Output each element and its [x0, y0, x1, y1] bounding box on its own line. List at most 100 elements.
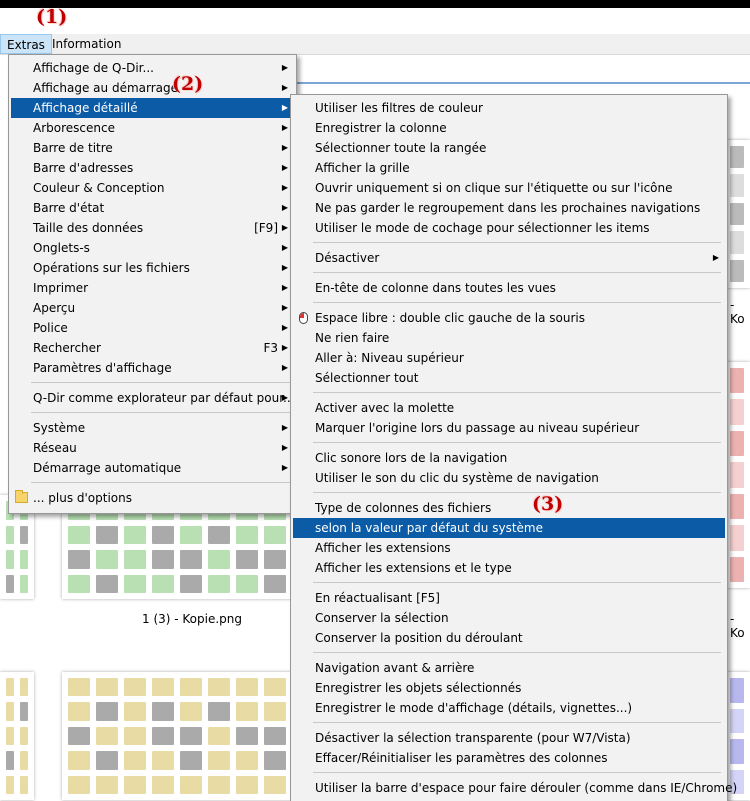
menu-item-taille-des-donnees[interactable]: Taille des données [F9] ▶ [11, 218, 294, 238]
submenu-arrow-icon: ▶ [281, 163, 288, 172]
submenu-arrow-icon: ▶ [281, 303, 288, 312]
menu-separator [313, 302, 721, 303]
menu-item-plus-d-options[interactable]: ... plus d'options [11, 488, 294, 508]
menu-item-label: Police [33, 321, 68, 335]
menu-item-arborescence[interactable]: Arborescence ▶ [11, 118, 294, 138]
submenu-arrow-icon: ▶ [281, 423, 288, 432]
submenu-arrow-icon: ▶ [281, 263, 288, 272]
menu-item-imprimer[interactable]: Imprimer ▶ [11, 278, 294, 298]
menu-item-label: Système [33, 421, 86, 435]
menu-item-label: Affichage détaillé [33, 101, 138, 115]
menu-item-navigation-avant-arriere[interactable]: Navigation avant & arrière [293, 658, 725, 678]
menu-item-label: Marquer l'origine lors du passage au niv… [315, 421, 640, 435]
menu-item-afficher-les-extensions[interactable]: Afficher les extensions [293, 538, 725, 558]
menu-item-type-de-colonnes-des-fichiers[interactable]: Type de colonnes des fichiers [293, 498, 725, 518]
menu-extras[interactable]: Extras [0, 34, 52, 54]
menu-item-shortcut: F3 [263, 341, 278, 355]
menu-item-afficher-les-extensions-et-le-type[interactable]: Afficher les extensions et le type [293, 558, 725, 578]
menu-item-operations-sur-les-fichiers[interactable]: Opérations sur les fichiers ▶ [11, 258, 294, 278]
menu-item-onglets-s[interactable]: Onglets-s ▶ [11, 238, 294, 258]
menu-item-utiliser-le-son-du-clic-du-systeme-de-na[interactable]: Utiliser le son du clic du système de na… [293, 468, 725, 488]
menu-item-parametres-d-affichage[interactable]: Paramètres d'affichage ▶ [11, 358, 294, 378]
callout-1: (1) [36, 6, 68, 28]
menu-item-afficher-la-grille[interactable]: Afficher la grille [293, 158, 725, 178]
menu-separator [313, 652, 721, 653]
menu-item-espace-libre-double-clic-gauche-de-la-so[interactable]: Espace libre : double clic gauche de la … [293, 308, 725, 328]
menu-item-barre-de-titre[interactable]: Barre de titre ▶ [11, 138, 294, 158]
menu-item-conserver-la-selection[interactable]: Conserver la sélection [293, 608, 725, 628]
menu-item-selectionner-tout[interactable]: Sélectionner tout [293, 368, 725, 388]
menu-item-label: Ne rien faire [315, 331, 390, 345]
menu-item-label: selon la valeur par défaut du système [315, 521, 543, 535]
menu-item-police[interactable]: Police ▶ [11, 318, 294, 338]
address-bar [296, 62, 750, 84]
submenu-arrow-icon: ▶ [281, 63, 288, 72]
thumbnail[interactable] [62, 672, 292, 800]
submenu-arrow-icon: ▶ [281, 343, 288, 352]
menu-item-couleur-conception[interactable]: Couleur & Conception ▶ [11, 178, 294, 198]
menu-item-effacer-reinitialiser-les-parametres-des[interactable]: Effacer/Réinitialiser les paramètres des… [293, 748, 725, 768]
menu-item-selon-la-valeur-par-defaut-du-systeme[interactable]: selon la valeur par défaut du système [293, 518, 725, 538]
menu-item-apercu[interactable]: Aperçu ▶ [11, 298, 294, 318]
menu-separator [313, 242, 721, 243]
menu-item-rechercher[interactable]: Rechercher F3 ▶ [11, 338, 294, 358]
menu-item-enregistrer-le-mode-d-affichage-details-[interactable]: Enregistrer le mode d'affichage (détails… [293, 698, 725, 718]
thumbnail-caption: - Ko [730, 298, 745, 326]
menu-item-demarrage-automatique[interactable]: Démarrage automatique ▶ [11, 458, 294, 478]
extras-menu: Affichage de Q-Dir... ▶ Affichage au démar… [8, 54, 297, 514]
menu-separator [313, 582, 721, 583]
menu-information[interactable]: Information [46, 34, 127, 54]
menu-item-selectionner-toute-la-rangee[interactable]: Sélectionner toute la rangée [293, 138, 725, 158]
menu-item-conserver-la-position-du-deroulant[interactable]: Conserver la position du déroulant [293, 628, 725, 648]
submenu-arrow-icon: ▶ [281, 183, 288, 192]
menu-item-affichage-de-q-dir[interactable]: Affichage de Q-Dir... ▶ [11, 58, 294, 78]
menu-separator [313, 272, 721, 273]
menu-item-label: En réactualisant [F5] [315, 591, 440, 605]
menu-separator [31, 482, 290, 483]
menu-item-desactiver[interactable]: Désactiver ▶ [293, 248, 725, 268]
menu-item-en-reactualisant-f5[interactable]: En réactualisant [F5] [293, 588, 725, 608]
menu-separator [313, 492, 721, 493]
menu-item-enregistrer-la-colonne[interactable]: Enregistrer la colonne [293, 118, 725, 138]
menu-item-affichage-detaille[interactable]: Affichage détaillé ▶ [11, 98, 294, 118]
menu-item-label: Aller à: Niveau supérieur [315, 351, 464, 365]
menu-item-utiliser-la-barre-d-espace-pour-faire-de[interactable]: Utiliser la barre d'espace pour faire dé… [293, 778, 737, 798]
submenu-arrow-icon: ▶ [281, 323, 288, 332]
menu-item-utiliser-les-filtres-de-couleur[interactable]: Utiliser les filtres de couleur [293, 98, 725, 118]
menu-item-label: Réseau [33, 441, 77, 455]
menu-item-label: Enregistrer la colonne [315, 121, 447, 135]
menu-item-systeme[interactable]: Système ▶ [11, 418, 294, 438]
menu-item-barre-d-adresses[interactable]: Barre d'adresses ▶ [11, 158, 294, 178]
menu-item-label: Affichage au démarrage [33, 81, 179, 95]
menu-item-reseau[interactable]: Réseau ▶ [11, 438, 294, 458]
callout-3: (3) [532, 493, 564, 515]
submenu-arrow-icon: ▶ [712, 253, 719, 262]
menu-item-label: Démarrage automatique [33, 461, 182, 475]
menu-item-label: Espace libre : double clic gauche de la … [315, 311, 586, 325]
menu-item-desactiver-la-selection-transparente-pou[interactable]: Désactiver la sélection transparente (po… [293, 728, 725, 748]
menu-item-marquer-l-origine-lors-du-passage-au-niv[interactable]: Marquer l'origine lors du passage au niv… [293, 418, 725, 438]
menu-item-label: Navigation avant & arrière [315, 661, 475, 675]
menu-item-ne-rien-faire[interactable]: Ne rien faire [293, 328, 725, 348]
menu-item-q-dir-comme-explorateur-par-defaut-pour[interactable]: Q-Dir comme explorateur par défaut pour.… [11, 388, 295, 408]
menu-item-utiliser-le-mode-de-cochage-pour-selecti[interactable]: Utiliser le mode de cochage pour sélecti… [293, 218, 725, 238]
menu-item-label: Effacer/Réinitialiser les paramètres des… [315, 751, 608, 765]
menu-item-enregistrer-les-objets-selectionnes[interactable]: Enregistrer les objets sélectionnés [293, 678, 725, 698]
menu-item-activer-avec-la-molette[interactable]: Activer avec la molette [293, 398, 725, 418]
thumbnail[interactable] [0, 672, 34, 800]
menu-item-shortcut: [F9] [254, 221, 278, 235]
submenu-arrow-icon: ▶ [281, 463, 288, 472]
menu-item-affichage-au-demarrage[interactable]: Affichage au démarrage ▶ [11, 78, 294, 98]
callout-2: (2) [172, 73, 204, 95]
submenu-arrow-icon: ▶ [281, 143, 288, 152]
menu-item-en-tete-de-colonne-dans-toutes-les-vues[interactable]: En-tête de colonne dans toutes les vues [293, 278, 725, 298]
thumbnail-caption: 1 (3) - Kopie.png [142, 612, 243, 626]
thumbnail-caption: - Ko [730, 612, 745, 640]
menu-item-label: Afficher les extensions [315, 541, 451, 555]
menu-item-aller-a-niveau-superieur[interactable]: Aller à: Niveau supérieur [293, 348, 725, 368]
menu-item-label: Afficher les extensions et le type [315, 561, 512, 575]
menu-item-clic-sonore-lors-de-la-navigation[interactable]: Clic sonore lors de la navigation [293, 448, 725, 468]
menu-item-ouvrir-uniquement-si-on-clique-sur-l-eti[interactable]: Ouvrir uniquement si on clique sur l'éti… [293, 178, 725, 198]
menu-item-ne-pas-garder-le-regroupement-dans-les-p[interactable]: Ne pas garder le regroupement dans les p… [293, 198, 725, 218]
menu-item-barre-d-etat[interactable]: Barre d'état ▶ [11, 198, 294, 218]
